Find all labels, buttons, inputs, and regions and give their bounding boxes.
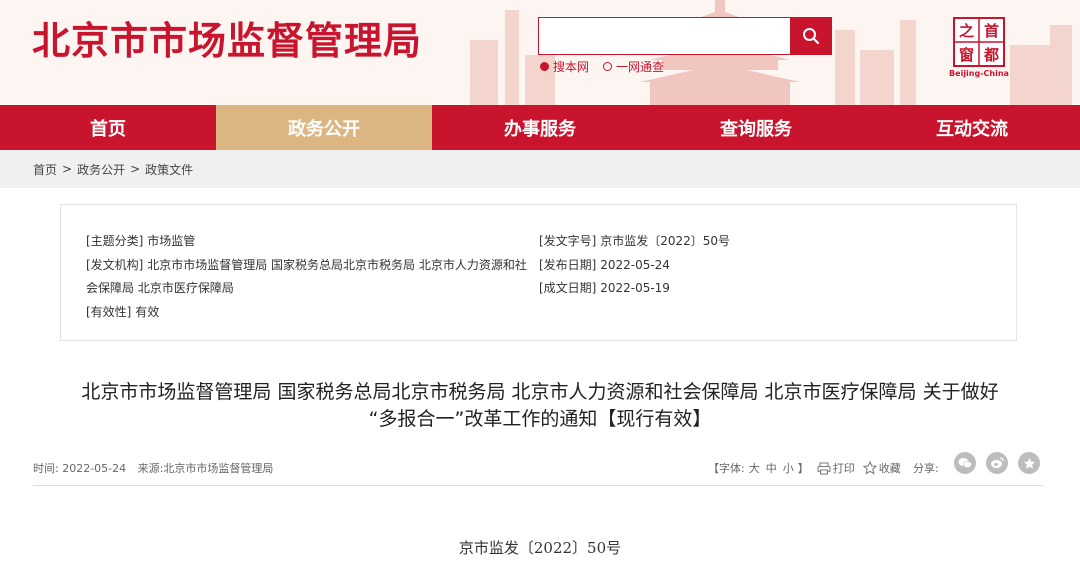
site-header: 北京市市场监督管理局 搜本网 一网通查 之 首 窗 都 Beijing-Chin… — [0, 0, 1080, 105]
search-button[interactable] — [790, 18, 831, 54]
article-time: 时间: 2022-05-24 — [33, 462, 127, 475]
meta-doc-number-label: [发文字号] — [539, 234, 597, 248]
star-outline-icon — [862, 461, 877, 475]
nav-item-interaction[interactable]: 互动交流 — [864, 105, 1080, 150]
meta-validity: [有效性] 有效 — [86, 301, 536, 325]
svg-text:都: 都 — [983, 46, 999, 64]
article-title-line: 北京市市场监督管理局 国家税务总局北京市税务局 北京市人力资源和社会保障局 北京… — [81, 381, 999, 403]
search-scope-site[interactable]: 搜本网 — [540, 58, 589, 75]
search-scope-label: 一网通查 — [616, 60, 665, 74]
breadcrumb: 首页 > 政务公开 > 政策文件 — [0, 150, 1080, 188]
article-title-line: “多报合一”改革工作的通知【现行有效】 — [368, 408, 712, 430]
meta-created-date: [成文日期] 2022-05-19 — [539, 277, 839, 301]
meta-topic-value: 市场监管 — [147, 234, 196, 248]
meta-doc-number: [发文字号] 京市监发〔2022〕50号 — [539, 230, 839, 254]
document-number: 京市监发〔2022〕50号 — [458, 539, 622, 557]
meta-issuer: [发文机构] 北京市市场监督管理局 国家税务总局北京市税务局 北京市人力资源和社… — [86, 254, 536, 301]
meta-created-date-value: 2022-05-19 — [600, 281, 670, 295]
font-size-label-open: 【字体: — [708, 462, 745, 475]
svg-text:之: 之 — [959, 22, 974, 40]
main-nav: 首页 政务公开 办事服务 查询服务 互动交流 — [0, 105, 1080, 150]
breadcrumb-home[interactable]: 首页 — [33, 161, 57, 178]
breadcrumb-separator: > — [130, 162, 141, 176]
meta-topic: [主题分类] 市场监管 — [86, 230, 536, 254]
search-scope-all[interactable]: 一网通查 — [603, 58, 664, 75]
favorite-label: 收藏 — [878, 462, 901, 475]
meta-publish-date: [发布日期] 2022-05-24 — [539, 254, 839, 278]
breadcrumb-policy-documents[interactable]: 政策文件 — [145, 161, 193, 178]
article-title: 北京市市场监督管理局 国家税务总局北京市税务局 北京市人力资源和社会保障局 北京… — [40, 379, 1040, 433]
breadcrumb-separator: > — [62, 162, 73, 176]
meta-issuer-label: [发文机构] — [86, 257, 144, 272]
weibo-icon[interactable] — [986, 452, 1008, 474]
article-tools: 【字体: 大 中 小 】 打印 收藏 — [708, 460, 901, 476]
meta-right-column: [发文字号] 京市监发〔2022〕50号 [发布日期] 2022-05-24 [… — [539, 230, 839, 301]
search-scope-options: 搜本网 一网通查 — [540, 58, 664, 75]
meta-validity-label: [有效性] — [86, 304, 132, 319]
meta-topic-label: [主题分类] — [86, 234, 144, 248]
meta-issuer-value: 北京市市场监督管理局 国家税务总局北京市税务局 北京市人力资源和社会保障局 北京… — [86, 257, 527, 296]
article-source: 来源:北京市市场监督管理局 — [137, 462, 274, 475]
print-button[interactable]: 打印 — [817, 460, 855, 476]
print-label: 打印 — [832, 462, 855, 475]
document-meta-box: [主题分类] 市场监管 [发文机构] 北京市市场监督管理局 国家税务总局北京市税… — [60, 204, 1017, 341]
meta-validity-value: 有效 — [135, 304, 160, 319]
font-size-label-close: 】 — [797, 462, 809, 475]
nav-item-query[interactable]: 查询服务 — [648, 105, 864, 150]
search-scope-label: 搜本网 — [553, 60, 590, 74]
search-box — [538, 17, 832, 55]
printer-icon — [817, 462, 831, 474]
nav-item-government-affairs[interactable]: 政务公开 — [216, 105, 432, 150]
svg-text:窗: 窗 — [959, 46, 974, 64]
share-label: 分享: — [913, 462, 939, 475]
radio-unselected-icon — [603, 62, 613, 71]
article-info-bar: 时间: 2022-05-24 来源:北京市市场监督管理局 【字体: 大 中 小 … — [33, 450, 1043, 486]
radio-selected-icon — [540, 62, 549, 71]
nav-item-services[interactable]: 办事服务 — [432, 105, 648, 150]
logo-caption: Beijing-China — [949, 69, 1009, 78]
site-title[interactable]: 北京市市场监督管理局 — [32, 10, 422, 65]
font-size-small[interactable]: 小 — [783, 460, 794, 476]
meta-publish-date-value: 2022-05-24 — [600, 257, 670, 272]
search-input[interactable] — [539, 18, 791, 54]
meta-doc-number-value: 京市监发〔2022〕50号 — [600, 234, 731, 248]
share-icons — [954, 452, 1040, 474]
breadcrumb-government-affairs[interactable]: 政务公开 — [77, 161, 125, 178]
star-icon[interactable] — [1018, 452, 1040, 474]
font-size-large[interactable]: 大 — [749, 460, 760, 476]
svg-text:首: 首 — [984, 22, 999, 40]
favorite-button[interactable]: 收藏 — [862, 460, 901, 476]
meta-left-column: [主题分类] 市场监管 [发文机构] 北京市市场监督管理局 国家税务总局北京市税… — [86, 230, 536, 324]
font-size-medium[interactable]: 中 — [766, 460, 777, 476]
wechat-icon[interactable] — [954, 452, 976, 474]
meta-publish-date-label: [发布日期] — [539, 257, 597, 272]
search-icon — [802, 28, 819, 44]
nav-item-home[interactable]: 首页 — [0, 105, 216, 150]
meta-created-date-label: [成文日期] — [539, 281, 597, 295]
article-publish-info: 时间: 2022-05-24 来源:北京市市场监督管理局 — [33, 460, 281, 476]
